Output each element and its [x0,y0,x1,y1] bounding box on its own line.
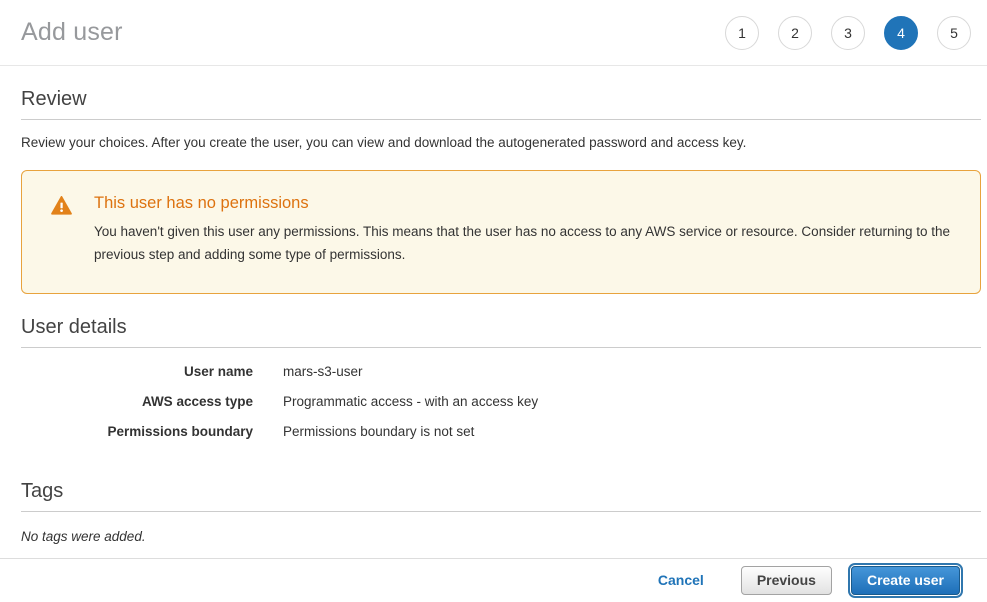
create-user-button[interactable]: Create user [851,566,960,595]
review-step-content: Review Review your choices. After you cr… [0,66,987,558]
warning-body: You haven't given this user any permissi… [94,220,956,266]
section-divider [21,119,981,120]
step-indicator: 1 2 3 4 5 [725,16,971,50]
page-title: Add user [21,18,123,47]
detail-value-permissions-boundary: Permissions boundary is not set [283,422,981,442]
detail-value-user-name: mars-s3-user [283,362,981,382]
section-divider [21,511,981,512]
warning-title: This user has no permissions [94,194,956,213]
warning-triangle-icon [51,196,72,215]
detail-value-access-type: Programmatic access - with an access key [283,392,981,412]
wizard-header: Add user 1 2 3 4 5 [0,0,987,66]
review-description: Review your choices. After you create th… [21,134,981,152]
user-details-heading: User details [21,316,981,339]
cancel-link[interactable]: Cancel [658,572,704,588]
warning-text: This user has no permissions You haven't… [94,194,956,266]
tags-heading: Tags [21,480,981,503]
section-divider [21,347,981,348]
wizard-footer: Cancel Previous Create user [0,558,987,602]
tags-empty-message: No tags were added. [21,529,981,544]
no-permissions-warning: This user has no permissions You haven't… [21,170,981,294]
review-heading: Review [21,88,981,111]
user-details-list: User name mars-s3-user AWS access type P… [21,362,981,442]
step-circle-5[interactable]: 5 [937,16,971,50]
previous-button[interactable]: Previous [741,566,832,595]
step-circle-2[interactable]: 2 [778,16,812,50]
detail-label-user-name: User name [21,362,253,382]
step-circle-4[interactable]: 4 [884,16,918,50]
step-circle-1[interactable]: 1 [725,16,759,50]
detail-label-access-type: AWS access type [21,392,253,412]
detail-label-permissions-boundary: Permissions boundary [21,422,253,442]
step-circle-3[interactable]: 3 [831,16,865,50]
